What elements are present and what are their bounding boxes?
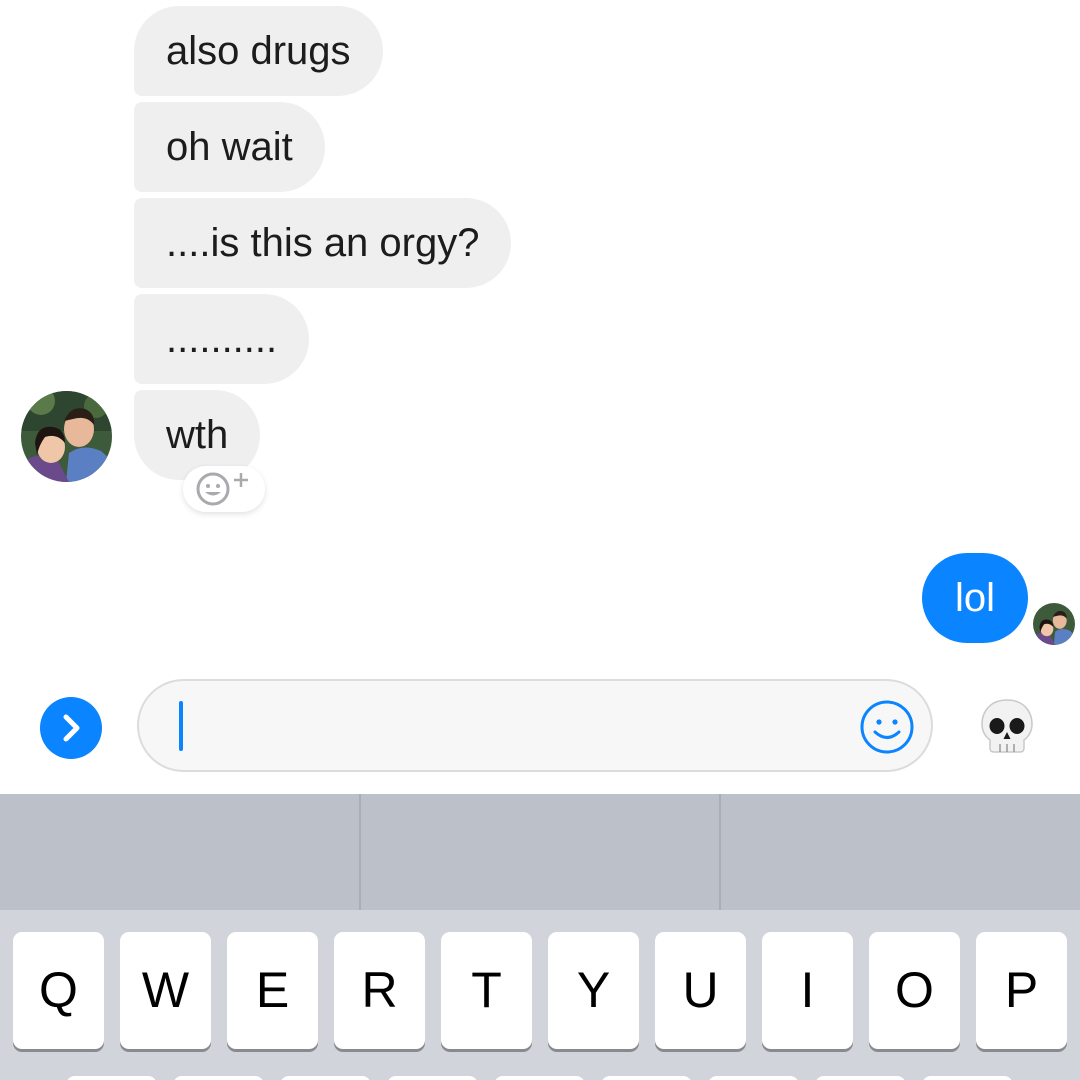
key-q[interactable]: Q [13, 932, 104, 1049]
key-u[interactable]: U [655, 932, 746, 1049]
emoji-picker-button[interactable] [859, 699, 915, 755]
incoming-message[interactable]: ....is this an orgy? [134, 198, 512, 288]
suggestion-slot[interactable] [719, 794, 1080, 910]
key-w[interactable]: W [120, 932, 211, 1049]
read-receipt-avatar [1033, 603, 1075, 645]
key-r[interactable]: R [334, 932, 425, 1049]
predictive-text-bar [0, 794, 1080, 910]
key-partial[interactable] [66, 1076, 157, 1080]
incoming-message[interactable]: also drugs [134, 6, 383, 96]
contact-photo [21, 391, 112, 482]
key-partial[interactable] [708, 1076, 799, 1080]
incoming-message[interactable]: oh wait [134, 102, 325, 192]
text-cursor [179, 701, 183, 751]
key-p[interactable]: P [976, 932, 1067, 1049]
contact-avatar[interactable] [21, 391, 112, 482]
suggestion-slot[interactable] [0, 794, 359, 910]
message-composer[interactable] [137, 679, 933, 772]
skull-emoji-button[interactable] [974, 694, 1040, 760]
chevron-right-icon [63, 714, 80, 742]
key-t[interactable]: T [441, 932, 532, 1049]
key-partial[interactable] [280, 1076, 371, 1080]
key-partial[interactable] [922, 1076, 1013, 1080]
key-y[interactable]: Y [548, 932, 639, 1049]
key-partial[interactable] [494, 1076, 585, 1080]
key-e[interactable]: E [227, 932, 318, 1049]
key-i[interactable]: I [762, 932, 853, 1049]
expand-actions-button[interactable] [40, 697, 102, 759]
key-partial[interactable] [601, 1076, 692, 1080]
add-reaction-button[interactable] [183, 466, 265, 512]
key-partial[interactable] [815, 1076, 906, 1080]
read-receipt-photo [1033, 603, 1075, 645]
key-o[interactable]: O [869, 932, 960, 1049]
keyboard: Q W E R T Y U I O P [0, 910, 1080, 1080]
incoming-message[interactable]: .......... [134, 294, 310, 384]
key-partial[interactable] [387, 1076, 478, 1080]
add-reaction-icon [196, 472, 248, 506]
message-input[interactable] [179, 699, 839, 753]
outgoing-message[interactable]: lol [922, 553, 1028, 643]
key-partial[interactable] [173, 1076, 264, 1080]
smiley-icon [860, 700, 914, 754]
suggestion-slot[interactable] [358, 794, 720, 910]
skull-icon [981, 699, 1033, 753]
